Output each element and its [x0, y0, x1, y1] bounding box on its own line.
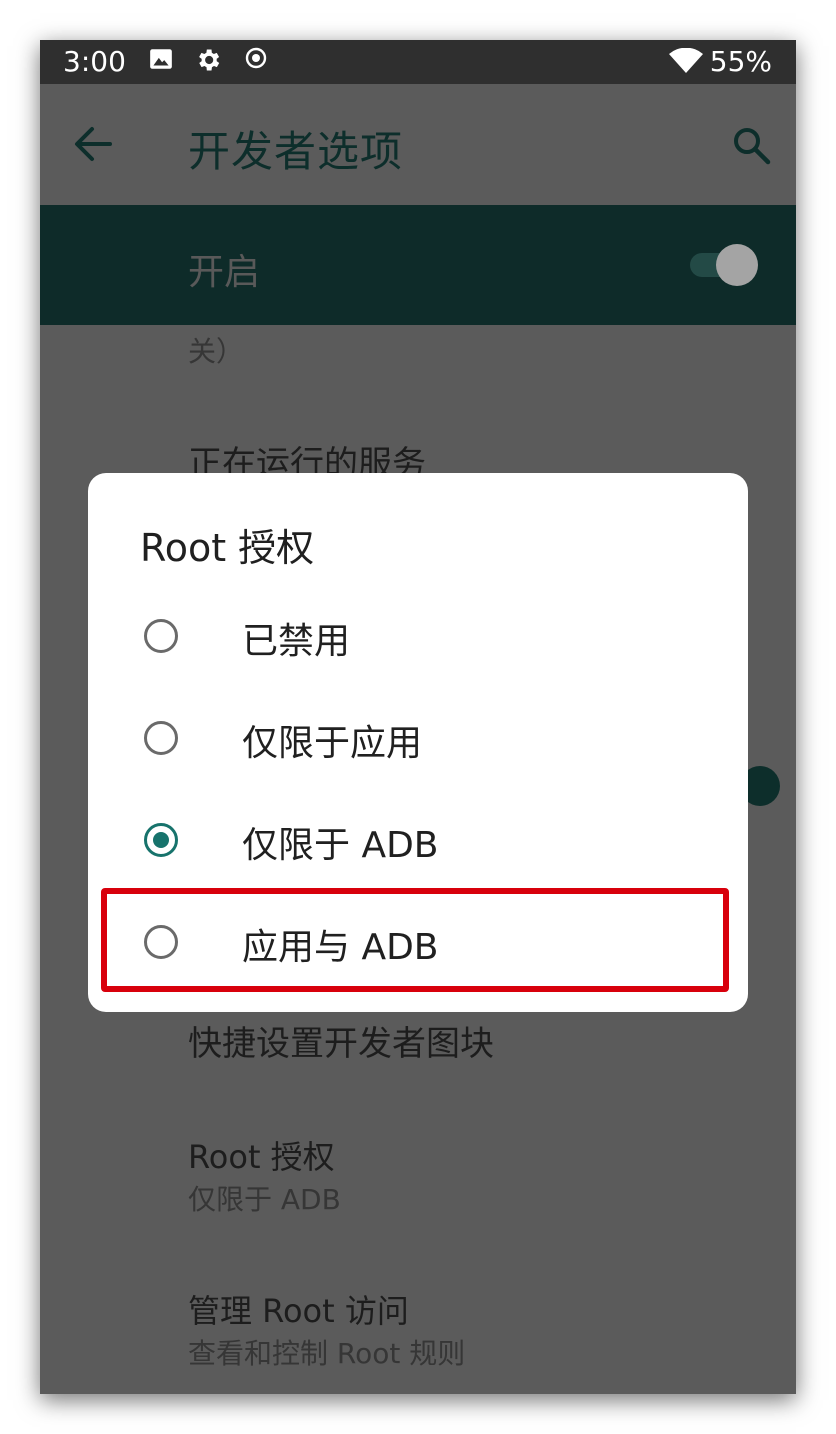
- status-time: 3:00: [63, 45, 126, 78]
- gear-icon: [194, 46, 222, 78]
- status-bar: 3:00 55%: [40, 40, 796, 84]
- main-switch-label: 开启: [188, 252, 261, 293]
- radio-dot: [153, 832, 169, 848]
- list-item-root-access-title[interactable]: Root 授权: [188, 1132, 335, 1178]
- wifi-icon: [668, 47, 704, 78]
- list-item-quick-settings-tiles[interactable]: 快捷设置开发者图块: [188, 1016, 494, 1065]
- option-label: 已禁用: [242, 621, 351, 662]
- option-disabled[interactable]: 已禁用: [88, 588, 748, 690]
- record-icon: [244, 46, 268, 74]
- option-apps-only[interactable]: 仅限于应用: [88, 690, 748, 792]
- app-bar: 开发者选项: [40, 84, 796, 204]
- main-switch-thumb[interactable]: [716, 244, 758, 286]
- radio-button[interactable]: [144, 619, 178, 653]
- list-item-root-access-summary: 仅限于 ADB: [188, 1183, 341, 1216]
- option-label: 仅限于应用: [242, 723, 423, 764]
- radio-button-checked[interactable]: [144, 823, 178, 857]
- battery-percent: 55%: [709, 45, 772, 78]
- radio-button[interactable]: [144, 721, 178, 755]
- partial-summary: 关）: [188, 335, 245, 368]
- list-item-manage-root-title[interactable]: 管理 Root 访问: [188, 1286, 409, 1332]
- dialog-title: Root 授权: [140, 526, 315, 570]
- search-icon[interactable]: [730, 124, 774, 172]
- option-adb-only[interactable]: 仅限于 ADB: [88, 792, 748, 894]
- highlight-annotation-box: [101, 888, 729, 992]
- list-item-manage-root-summary: 查看和控制 Root 规则: [188, 1337, 466, 1370]
- option-label: 仅限于 ADB: [242, 825, 439, 866]
- arrow-left-icon[interactable]: [72, 124, 114, 168]
- image-icon: [148, 46, 174, 76]
- page-title: 开发者选项: [188, 127, 404, 176]
- main-switch-bar[interactable]: 开启: [40, 205, 796, 325]
